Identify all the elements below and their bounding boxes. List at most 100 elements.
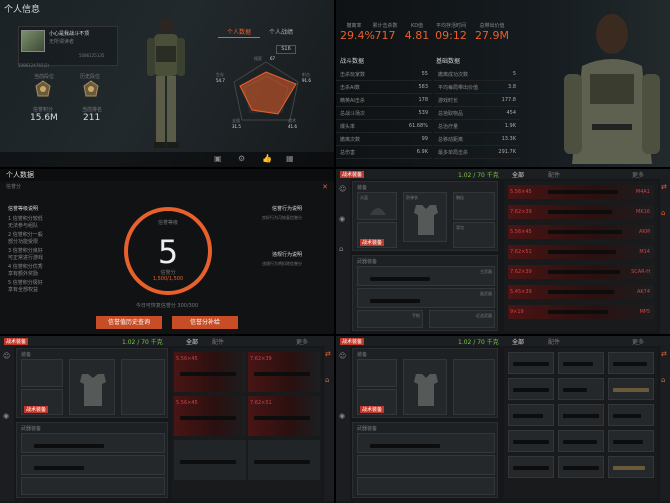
person-icon[interactable]: ☺ <box>339 352 346 360</box>
armor-slot[interactable] <box>69 359 115 415</box>
close-icon[interactable]: ✕ <box>322 183 328 191</box>
tab-tactical-gear[interactable]: 战术装备 <box>340 171 365 178</box>
helmet-slot[interactable] <box>357 359 397 387</box>
secondary-weapon-slot[interactable] <box>21 455 165 475</box>
home-icon[interactable]: ⌂ <box>661 376 665 384</box>
shuffle-icon[interactable]: ⇄ <box>661 183 667 191</box>
list-item[interactable] <box>608 404 654 426</box>
primary-weapon-slot[interactable] <box>21 433 165 453</box>
shuffle-icon[interactable]: ⇄ <box>661 350 667 358</box>
primary-weapon-slot[interactable]: 主武器 <box>357 266 495 286</box>
stat-value: 717 <box>374 29 396 42</box>
list-item[interactable]: 5.56×45 <box>174 396 246 436</box>
shuffle-icon[interactable]: ⇄ <box>325 350 331 358</box>
list-item[interactable] <box>608 378 654 400</box>
season-select[interactable]: S16 <box>276 45 296 54</box>
backpack-slot[interactable]: 背包 <box>453 222 495 248</box>
rank-badge-icon <box>83 80 99 97</box>
home-icon[interactable]: ⌂ <box>661 209 665 217</box>
behavior-title: 信誉行为说明 <box>272 206 303 212</box>
inventory-panel: 战术装备 1.02 / 70 千克 全部 配件 更多 ☺ ◉ 装备 战术装备 武… <box>336 336 670 503</box>
melee-slot[interactable]: 近战武器 <box>429 310 495 328</box>
list-item[interactable]: 7.62×51 <box>248 396 320 436</box>
list-item[interactable]: 5.45×39 AK74 <box>508 285 654 299</box>
list-item[interactable] <box>558 404 604 426</box>
helmet-slot[interactable] <box>21 359 63 387</box>
item-slot[interactable]: 战术装备 <box>21 389 63 415</box>
tab-more[interactable]: 更多 <box>296 337 308 346</box>
player-card[interactable]: 小心是我战斗不顶 无所谓读者 5086125135 <box>18 26 118 66</box>
item-slot[interactable]: 战术装备 <box>357 389 397 415</box>
credit-history-button[interactable]: 信誉值历史查询 <box>96 316 162 329</box>
item-slot[interactable]: 战术装备 <box>357 222 397 248</box>
tab-tactical-gear[interactable]: 战术装备 <box>340 338 365 345</box>
person-icon[interactable]: ☺ <box>3 352 10 360</box>
list-item[interactable]: 7.62×39 <box>248 352 320 392</box>
home-icon[interactable]: ⌂ <box>325 376 329 384</box>
equipment-pane: 装备 战术装备 <box>352 348 498 418</box>
list-item[interactable] <box>508 378 554 400</box>
list-item[interactable]: 7.62×39 MK16 <box>508 205 654 219</box>
list-item[interactable] <box>508 352 554 374</box>
tab-accessories[interactable]: 配件 <box>548 170 560 179</box>
melee-slot[interactable] <box>357 477 495 495</box>
tab-all[interactable]: 全部 <box>186 337 198 346</box>
list-item[interactable]: 5.56×45 AKM <box>508 225 654 239</box>
tab-personal-record[interactable]: 个人战绩 <box>260 28 302 38</box>
list-item[interactable] <box>508 404 554 426</box>
tab-accessories[interactable]: 配件 <box>548 337 560 346</box>
list-item[interactable] <box>608 430 654 452</box>
list-item[interactable]: 9×19 MP5 <box>508 305 654 319</box>
list-item[interactable] <box>558 352 604 374</box>
tab-personal-data[interactable]: 个人数据 <box>218 28 260 38</box>
credit-supply-button[interactable]: 信誉分补给 <box>172 316 238 329</box>
thumbs-up-icon[interactable]: 👍 <box>262 154 272 163</box>
inventory-topbar: 战术装备 1.02 / 70 千克 全部 配件 更多 <box>336 169 670 179</box>
tab-more[interactable]: 更多 <box>632 170 644 179</box>
list-item[interactable] <box>174 440 246 480</box>
grid-icon[interactable]: ▦ <box>286 154 294 163</box>
armor-slot[interactable] <box>403 359 447 415</box>
melee-slot[interactable] <box>21 477 165 495</box>
inventory-panel: 战术装备 1.02 / 70 千克 全部 配件 更多 ☺ ◉ ⌂ 装备 头盔 防… <box>336 169 670 334</box>
list-item[interactable]: 7.62×39 SCAR-H <box>508 265 654 279</box>
list-item[interactable] <box>558 456 604 478</box>
tab-all[interactable]: 全部 <box>512 337 524 346</box>
tab-accessories[interactable]: 配件 <box>212 337 224 346</box>
list-item[interactable]: 7.62×51 M14 <box>508 245 654 259</box>
weapon-list: 5.56×45 M4A1 7.62×39 MK16 5.56×45 AKM 7.62×… <box>504 181 658 331</box>
tab-all[interactable]: 全部 <box>512 170 524 179</box>
screen-icon[interactable]: ▣ <box>214 154 222 163</box>
list-item[interactable] <box>558 430 604 452</box>
gear-icon[interactable]: ⚙ <box>238 154 245 163</box>
stat-value: 29.4% <box>340 29 375 42</box>
person-icon[interactable]: ☺ <box>339 185 346 193</box>
chest-rig-slot[interactable]: 胸挂 <box>453 192 495 220</box>
rank-badge-icon <box>35 80 51 97</box>
list-item[interactable]: 5.56×45 M4A1 <box>508 185 654 199</box>
list-item[interactable] <box>558 378 604 400</box>
left-sidebar: ☺ ◉ ⌂ <box>336 179 350 334</box>
helmet-icon[interactable]: ◉ <box>339 215 345 223</box>
tab-more[interactable]: 更多 <box>632 337 644 346</box>
backpack-slot[interactable] <box>121 359 165 415</box>
list-item[interactable]: 5.56×45 <box>174 352 246 392</box>
armor-slot[interactable]: 防弹衣 <box>403 192 447 242</box>
rank-number-value: 211 <box>83 113 101 123</box>
home-icon[interactable]: ⌂ <box>339 245 343 253</box>
helmet-icon[interactable]: ◉ <box>3 412 9 420</box>
list-item[interactable] <box>508 430 554 452</box>
helmet-slot[interactable]: 头盔 <box>357 192 397 220</box>
backpack-slot[interactable] <box>453 359 495 415</box>
primary-weapon-slot[interactable] <box>357 433 495 453</box>
tab-tactical-gear[interactable]: 战术装备 <box>4 338 29 345</box>
secondary-weapon-slot[interactable]: 副武器 <box>357 288 495 308</box>
list-item[interactable] <box>608 456 654 478</box>
list-item[interactable] <box>608 352 654 374</box>
secondary-weapon-slot[interactable] <box>357 455 495 475</box>
pistol-slot[interactable]: 手枪 <box>357 310 423 328</box>
list-item[interactable] <box>248 440 320 480</box>
list-item[interactable] <box>508 456 554 478</box>
list-item: 总治疗量 1.9K <box>434 120 520 133</box>
helmet-icon[interactable]: ◉ <box>339 412 345 420</box>
